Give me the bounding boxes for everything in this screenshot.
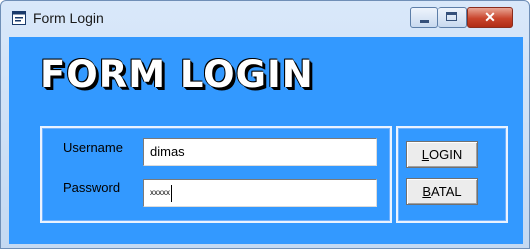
- batal-mnemonic: B: [422, 184, 432, 199]
- password-input[interactable]: xxxxx: [143, 179, 377, 207]
- username-label: Username: [63, 140, 123, 155]
- form-client-area: FORM LOGIN Username dimas Password xxxxx…: [9, 37, 523, 244]
- login-label-rest: OGIN: [429, 147, 463, 162]
- username-value: dimas: [150, 144, 185, 159]
- login-button[interactable]: LOGIN: [406, 141, 478, 168]
- maximize-button[interactable]: [438, 7, 467, 28]
- password-value: xxxxx: [150, 188, 170, 197]
- form-login-window: Form Login ✕ FORM LOGIN Username dimas P…: [0, 0, 530, 249]
- title-bar[interactable]: Form Login ✕: [1, 1, 529, 37]
- batal-label-rest: ATAL: [431, 184, 462, 199]
- close-icon: ✕: [484, 9, 496, 25]
- minimize-button[interactable]: [410, 7, 438, 28]
- password-label: Password: [63, 180, 121, 195]
- form-window-icon: [12, 11, 26, 25]
- close-button[interactable]: ✕: [467, 7, 513, 28]
- text-caret: [171, 185, 172, 203]
- maximize-icon: [446, 12, 457, 21]
- form-heading: FORM LOGIN: [40, 53, 314, 96]
- login-mnemonic: L: [421, 147, 429, 162]
- minimize-icon: [420, 20, 429, 23]
- username-input[interactable]: dimas: [143, 138, 377, 166]
- window-title: Form Login: [33, 10, 104, 26]
- cancel-button[interactable]: BATAL: [406, 178, 478, 205]
